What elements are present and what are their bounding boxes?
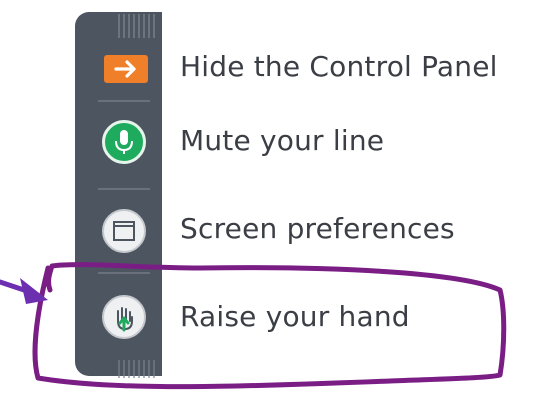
annotation-overlay [0, 262, 507, 390]
highlight-scribble [32, 262, 507, 390]
control-panel-screenshot: Hide the Control Panel Mute your line Sc… [0, 0, 533, 396]
